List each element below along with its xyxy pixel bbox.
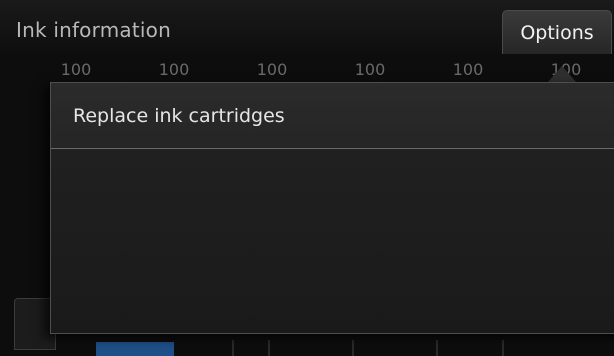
- ink-level-label: 100: [256, 60, 288, 79]
- menu-item-label: Replace ink cartridges: [73, 105, 285, 127]
- ink-level-label: 100: [60, 60, 92, 79]
- cartridge-divider: [502, 340, 504, 356]
- ink-information-screen: Ink information Options 100 100 100 100 …: [0, 0, 614, 356]
- ink-level-label: 100: [354, 60, 386, 79]
- options-menu-panel: Replace ink cartridges: [50, 82, 614, 334]
- page-title: Ink information: [16, 18, 171, 42]
- cartridge-divider: [268, 340, 270, 356]
- menu-item-replace-ink-cartridges[interactable]: Replace ink cartridges: [51, 83, 614, 149]
- cartridge-divider: [436, 340, 438, 356]
- cartridge-divider: [352, 340, 354, 356]
- ink-levels-row: 100 100 100 100 100 100: [0, 56, 614, 82]
- menu-pointer-arrow: [548, 66, 576, 82]
- ink-level-label: 100: [158, 60, 190, 79]
- cartridge-bar-blue: [96, 342, 174, 356]
- cartridge-divider: [232, 340, 234, 356]
- title-bar: Ink information Options: [0, 0, 614, 54]
- options-button[interactable]: Options: [502, 10, 612, 54]
- ink-level-label: 100: [452, 60, 484, 79]
